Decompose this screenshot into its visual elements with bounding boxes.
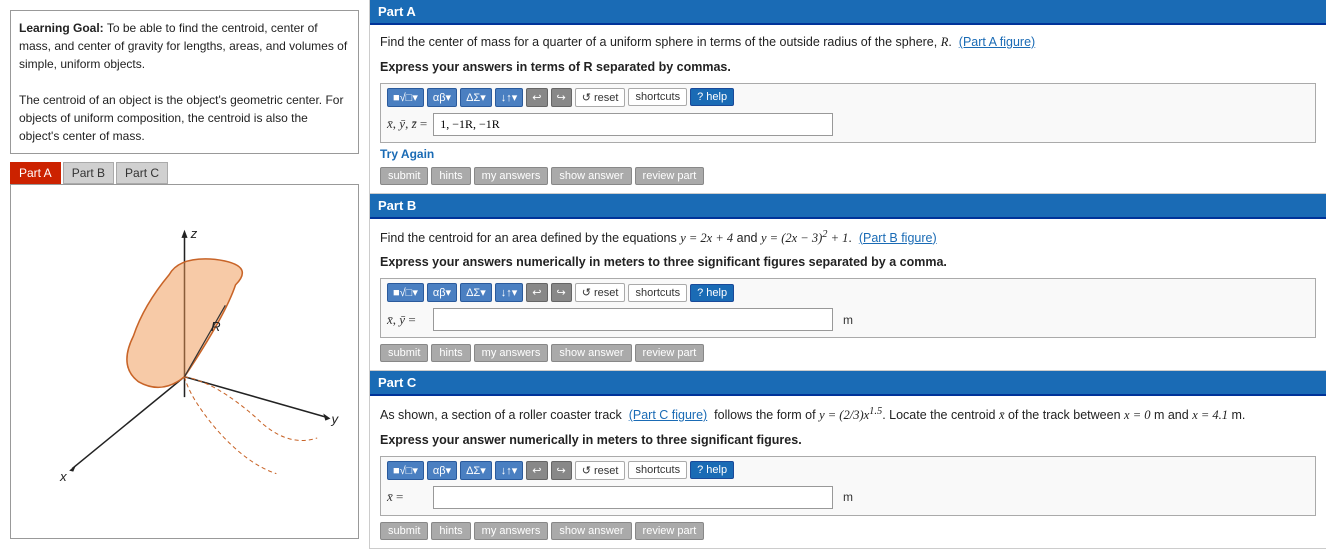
part-a-try-again[interactable]: Try Again (380, 147, 1316, 161)
part-b-reset-btn[interactable]: ↺ reset (575, 283, 626, 302)
part-b-toolbar: ■√□▾ αβ▾ ΔΣ▾ ↓↑▾ ↩ ↪ ↺ reset shortcuts ?… (387, 283, 1309, 302)
part-c-action-row: submit hints my answers show answer revi… (380, 522, 1316, 540)
part-c-show-answer-btn[interactable]: show answer (551, 522, 631, 540)
part-b-action-row: submit hints my answers show answer revi… (380, 344, 1316, 362)
part-a-submit-btn[interactable]: submit (380, 167, 428, 185)
part-b-shortcuts-btn[interactable]: shortcuts (628, 284, 687, 302)
part-c-help-btn[interactable]: ? help (690, 461, 734, 479)
diagram-svg: z y x R (11, 185, 358, 538)
part-a-action-row: submit hints my answers show answer revi… (380, 167, 1316, 185)
part-b-express-label: Express your answers numerically in mete… (380, 253, 1316, 272)
svg-text:y: y (330, 412, 339, 427)
part-b-help-btn[interactable]: ? help (690, 284, 734, 302)
part-c-figure-link[interactable]: (Part C figure) (629, 408, 708, 422)
part-c-body: As shown, a section of a roller coaster … (370, 396, 1326, 548)
part-b-answer-input[interactable] (433, 308, 833, 331)
part-b-section: Part B Find the centroid for an area def… (370, 194, 1326, 372)
part-b-figure-link[interactable]: (Part B figure) (859, 231, 937, 245)
part-b-body: Find the centroid for an area defined by… (370, 219, 1326, 371)
part-c-toolbar: ■√□▾ αβ▾ ΔΣ▾ ↓↑▾ ↩ ↪ ↺ reset shortcuts ?… (387, 461, 1309, 480)
part-b-arrow-btn[interactable]: ↓↑▾ (495, 283, 524, 302)
part-a-alpha-btn[interactable]: αβ▾ (427, 88, 457, 107)
part-tabs: Part A Part B Part C (10, 162, 359, 184)
part-b-hints-btn[interactable]: hints (431, 344, 470, 362)
part-b-review-part-btn[interactable]: review part (635, 344, 705, 362)
part-a-description: Find the center of mass for a quarter of… (380, 33, 1316, 52)
part-b-description: Find the centroid for an area defined by… (380, 227, 1316, 248)
part-a-answer-row: x̄, ȳ, z̄ = (387, 111, 1309, 138)
part-c-alpha-btn[interactable]: αβ▾ (427, 461, 457, 480)
part-a-help-btn[interactable]: ? help (690, 88, 734, 106)
part-c-review-part-btn[interactable]: review part (635, 522, 705, 540)
part-c-input-box: ■√□▾ αβ▾ ΔΣ▾ ↓↑▾ ↩ ↪ ↺ reset shortcuts ?… (380, 456, 1316, 516)
tab-part-a[interactable]: Part A (10, 162, 61, 184)
svg-text:R: R (211, 319, 221, 334)
part-a-delta-btn[interactable]: ΔΣ▾ (460, 88, 492, 107)
part-c-sqrt-btn[interactable]: ■√□▾ (387, 461, 424, 480)
part-c-unit: m (843, 490, 853, 504)
part-b-header: Part B (370, 194, 1326, 219)
part-c-my-answers-btn[interactable]: my answers (474, 522, 549, 540)
part-a-redo-btn[interactable]: ↪ (551, 88, 572, 107)
learning-goal-box: Learning Goal: To be able to find the ce… (10, 10, 359, 154)
part-a-section: Part A Find the center of mass for a qua… (370, 0, 1326, 194)
part-a-reset-btn[interactable]: ↺ reset (575, 88, 626, 107)
left-panel: Learning Goal: To be able to find the ce… (0, 0, 370, 549)
part-c-shortcuts-btn[interactable]: shortcuts (628, 461, 687, 479)
part-a-undo-btn[interactable]: ↩ (526, 88, 547, 107)
part-b-delta-btn[interactable]: ΔΣ▾ (460, 283, 492, 302)
part-a-hints-btn[interactable]: hints (431, 167, 470, 185)
part-b-show-answer-btn[interactable]: show answer (551, 344, 631, 362)
part-a-sqrt-btn[interactable]: ■√□▾ (387, 88, 424, 107)
tab-part-c[interactable]: Part C (116, 162, 168, 184)
part-c-section: Part C As shown, a section of a roller c… (370, 371, 1326, 549)
part-a-show-answer-btn[interactable]: show answer (551, 167, 631, 185)
part-b-sqrt-btn[interactable]: ■√□▾ (387, 283, 424, 302)
right-panel: Part A Find the center of mass for a qua… (370, 0, 1326, 549)
part-c-description: As shown, a section of a roller coaster … (380, 404, 1316, 425)
part-a-arrow-btn[interactable]: ↓↑▾ (495, 88, 524, 107)
part-c-undo-btn[interactable]: ↩ (526, 461, 547, 480)
part-b-redo-btn[interactable]: ↪ (551, 283, 572, 302)
part-b-alpha-btn[interactable]: αβ▾ (427, 283, 457, 302)
part-c-header: Part C (370, 371, 1326, 396)
part-a-header: Part A (370, 0, 1326, 25)
part-c-express-label: Express your answer numerically in meter… (380, 431, 1316, 450)
part-a-figure-link[interactable]: (Part A figure) (959, 35, 1035, 49)
part-c-answer-label: x̄ = (387, 489, 427, 505)
part-c-delta-btn[interactable]: ΔΣ▾ (460, 461, 492, 480)
learning-goal-text2: The centroid of an object is the object'… (19, 91, 350, 145)
part-b-submit-btn[interactable]: submit (380, 344, 428, 362)
part-c-answer-input[interactable] (433, 486, 833, 509)
part-b-undo-btn[interactable]: ↩ (526, 283, 547, 302)
part-c-submit-btn[interactable]: submit (380, 522, 428, 540)
part-a-review-part-btn[interactable]: review part (635, 167, 705, 185)
learning-goal-label: Learning Goal: (19, 21, 104, 35)
part-b-answer-row: x̄, ȳ = m (387, 306, 1309, 333)
part-b-unit: m (843, 313, 853, 327)
part-a-answer-input[interactable] (433, 113, 833, 136)
part-a-body: Find the center of mass for a quarter of… (370, 25, 1326, 193)
part-a-my-answers-btn[interactable]: my answers (474, 167, 549, 185)
part-a-express-label: Express your answers in terms of R separ… (380, 58, 1316, 77)
part-a-input-box: ■√□▾ αβ▾ ΔΣ▾ ↓↑▾ ↩ ↪ ↺ reset shortcuts ?… (380, 83, 1316, 143)
part-c-reset-btn[interactable]: ↺ reset (575, 461, 626, 480)
part-a-shortcuts-btn[interactable]: shortcuts (628, 88, 687, 106)
part-c-redo-btn[interactable]: ↪ (551, 461, 572, 480)
part-a-answer-label: x̄, ȳ, z̄ = (387, 116, 427, 132)
diagram-area: z y x R (10, 184, 359, 539)
tab-part-b[interactable]: Part B (63, 162, 114, 184)
svg-text:z: z (190, 226, 198, 241)
svg-text:x: x (59, 469, 68, 484)
part-b-my-answers-btn[interactable]: my answers (474, 344, 549, 362)
part-c-hints-btn[interactable]: hints (431, 522, 470, 540)
part-c-answer-row: x̄ = m (387, 484, 1309, 511)
part-c-arrow-btn[interactable]: ↓↑▾ (495, 461, 524, 480)
part-a-toolbar: ■√□▾ αβ▾ ΔΣ▾ ↓↑▾ ↩ ↪ ↺ reset shortcuts ?… (387, 88, 1309, 107)
part-b-input-box: ■√□▾ αβ▾ ΔΣ▾ ↓↑▾ ↩ ↪ ↺ reset shortcuts ?… (380, 278, 1316, 338)
part-b-answer-label: x̄, ȳ = (387, 312, 427, 328)
